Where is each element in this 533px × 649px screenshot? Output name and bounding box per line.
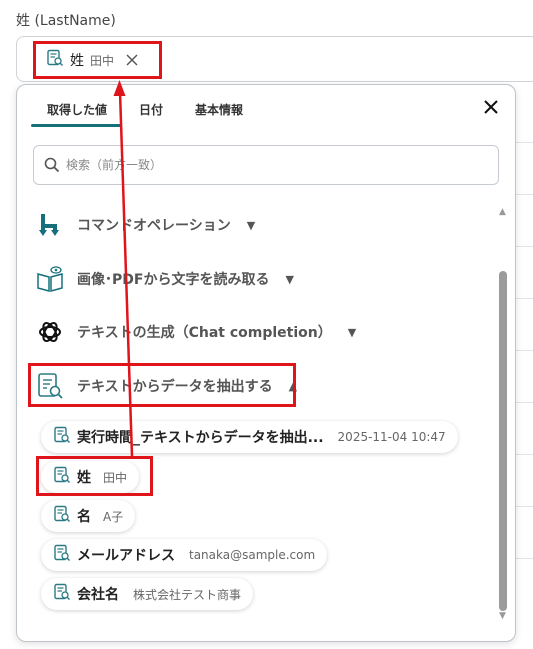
chip-value: A子 (103, 509, 124, 524)
chip-name: 名 (77, 509, 91, 525)
chip-name: メールアドレス (77, 548, 175, 564)
close-icon[interactable] (481, 97, 501, 117)
tab-bar: 取得した値 日付 基本情報 (17, 85, 515, 129)
background-table-lines (516, 84, 533, 644)
ocr-book-icon (35, 264, 65, 294)
category-label: 画像･PDFから文字を読み取る (77, 272, 270, 288)
chevron-down-icon: ▼ (285, 272, 294, 286)
value-chip-exec-time[interactable]: 実行時間_テキストからデータを抽出... 2025-11-04 10:47 (41, 421, 458, 453)
field-label: 姓 (LastName) (16, 13, 116, 29)
scroll-up-arrow-icon[interactable]: ▲ (499, 207, 506, 217)
extract-doc-icon (53, 505, 71, 527)
highlight-box-item (36, 456, 153, 496)
extract-doc-icon (53, 544, 71, 566)
openai-icon (35, 317, 65, 347)
active-tab-indicator (31, 124, 121, 127)
chevron-down-icon: ▼ (246, 218, 256, 232)
extract-doc-icon (53, 426, 71, 448)
category-command-operation[interactable]: コマンドオペレーション ▼ (35, 205, 255, 245)
highlight-box-field-chip (33, 41, 162, 79)
scroll-down-arrow-icon[interactable]: ▼ (499, 611, 506, 621)
category-label: テキストの生成（Chat completion） (77, 325, 332, 341)
search-icon (44, 157, 60, 173)
value-chip-firstname[interactable]: 名 A子 (41, 500, 136, 532)
scrollbar-thumb[interactable] (499, 271, 507, 611)
category-label: コマンドオペレーション (77, 218, 231, 234)
search-input[interactable] (66, 154, 486, 176)
category-ocr[interactable]: 画像･PDFから文字を読み取る ▼ (35, 259, 294, 299)
chip-value: 2025-11-04 10:47 (337, 430, 446, 444)
search-box (33, 145, 499, 185)
chip-value: tanaka@sample.com (189, 548, 316, 562)
chip-name: 会社名 (77, 587, 119, 603)
highlight-box-category (28, 363, 296, 407)
tab-date[interactable]: 日付 (139, 101, 163, 118)
extract-doc-icon (53, 583, 71, 605)
category-chat-completion[interactable]: テキストの生成（Chat completion） ▼ (35, 312, 356, 352)
chip-value: 株式会社テスト商事 (133, 587, 242, 602)
tab-retrieved-values[interactable]: 取得した値 (47, 101, 107, 118)
yoom-command-icon (35, 210, 65, 240)
scrollbar[interactable]: ▲ ▼ (497, 203, 509, 623)
value-chip-email[interactable]: メールアドレス tanaka@sample.com (41, 539, 328, 571)
tab-basic-info[interactable]: 基本情報 (195, 101, 243, 118)
value-chip-company[interactable]: 会社名 株式会社テスト商事 (41, 578, 254, 610)
chip-name: 実行時間_テキストからデータを抽出... (77, 430, 324, 446)
chevron-down-icon: ▼ (347, 325, 357, 339)
